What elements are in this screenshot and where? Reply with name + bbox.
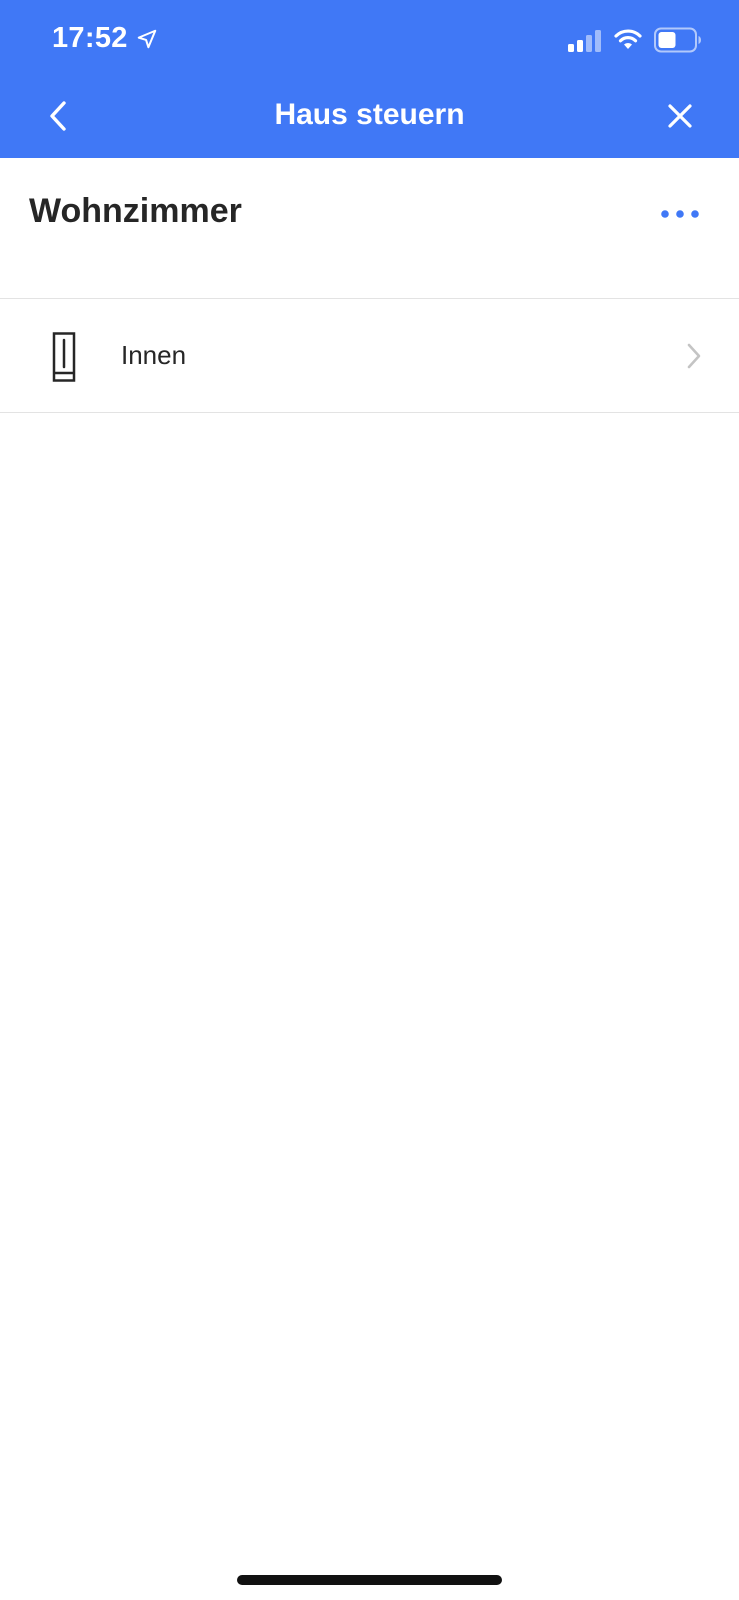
wifi-icon <box>614 29 642 49</box>
home-indicator[interactable] <box>237 1575 502 1585</box>
list-item-label: Innen <box>121 340 187 370</box>
page-title: Haus steuern <box>274 98 465 131</box>
close-button[interactable] <box>658 94 702 138</box>
status-bar: 17:52 <box>0 0 739 80</box>
room-title: Wohnzimmer <box>29 192 242 230</box>
list-item-innen[interactable]: Innen <box>0 300 739 413</box>
battery-icon <box>654 27 701 53</box>
status-time: 17:52 <box>52 22 128 54</box>
room-header: Wohnzimmer <box>0 158 739 299</box>
screen: 17:52 Haus steuern Wohnzimmer Innen <box>0 0 739 1600</box>
more-options-button[interactable] <box>656 198 704 230</box>
window-blind-icon <box>52 332 76 382</box>
status-time-container: 17:52 <box>52 22 158 55</box>
location-arrow-icon <box>137 29 156 48</box>
close-icon <box>668 104 692 128</box>
more-horizontal-icon <box>661 210 699 218</box>
navigation-bar: Haus steuern <box>0 80 739 158</box>
chevron-right-icon <box>687 343 701 369</box>
cellular-signal-icon <box>568 30 601 52</box>
